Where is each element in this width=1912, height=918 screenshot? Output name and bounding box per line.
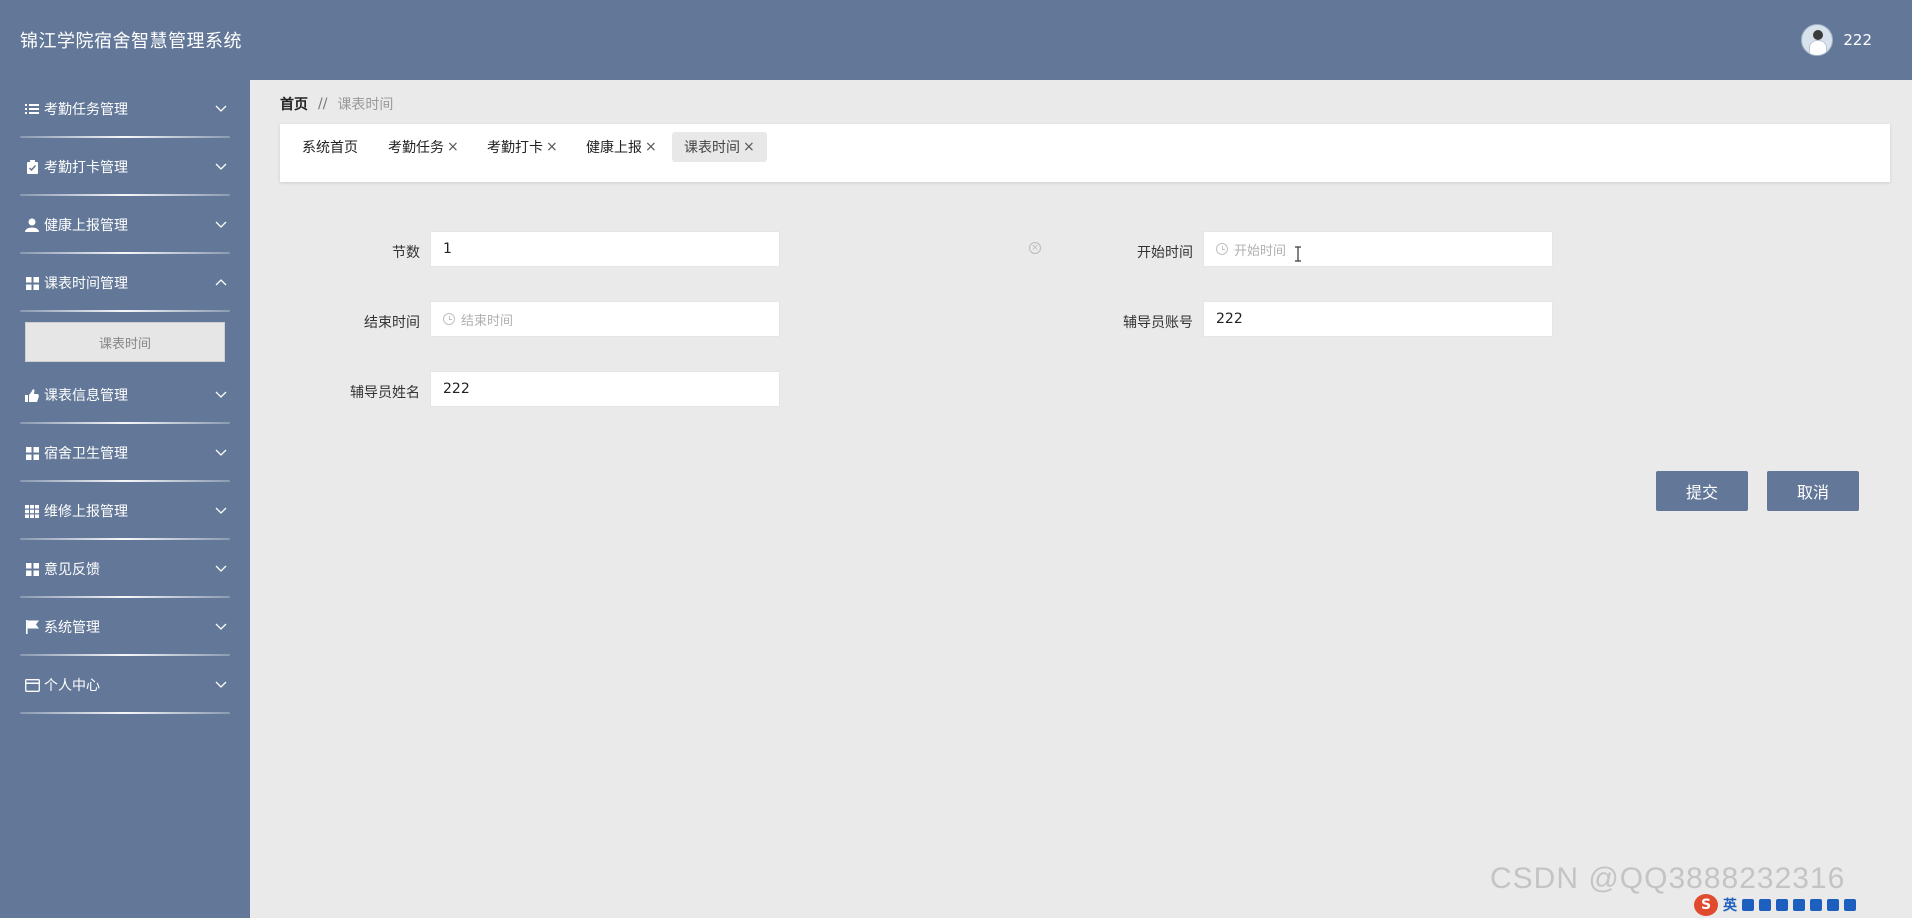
end-time-placeholder: 结束时间 (461, 313, 514, 329)
sidebar-item-label: 意见反馈 (44, 562, 100, 578)
sidebar-item-health-report[interactable]: 健康上报管理 (0, 196, 250, 254)
submit-button[interactable]: 提交 (1656, 471, 1748, 511)
tab-attendance-tasks[interactable]: 考勤任务 × (376, 132, 471, 162)
card-icon (24, 677, 40, 693)
section-number-label: 节数 (392, 245, 420, 261)
submenu-item-schedule-time[interactable]: 课表时间 (25, 322, 225, 362)
avatar[interactable] (1801, 24, 1834, 56)
sidebar-item-schedule-time[interactable]: 课表时间管理 (0, 254, 250, 312)
user-icon (24, 217, 40, 233)
sidebar-item-label: 考勤任务管理 (44, 102, 128, 118)
grid-icon (24, 275, 40, 291)
sidebar-item-label: 系统管理 (44, 620, 100, 636)
skin-icon[interactable] (1793, 899, 1805, 911)
hand-icon (24, 387, 40, 403)
game-icon[interactable] (1810, 899, 1822, 911)
username: 222 (1843, 31, 1872, 49)
chevron-down-icon (215, 221, 227, 228)
chevron-down-icon (215, 163, 227, 170)
sidebar-item-attendance-tasks[interactable]: 考勤任务管理 (0, 80, 250, 138)
chevron-down-icon (215, 449, 227, 456)
chevron-down-icon (215, 623, 227, 630)
close-icon[interactable]: × (447, 139, 459, 155)
chevron-down-icon (215, 105, 227, 112)
clipboard-icon (24, 159, 40, 175)
cancel-button[interactable]: 取消 (1767, 471, 1859, 511)
start-time-label: 开始时间 (1137, 245, 1193, 261)
top-header: 锦江学院宿舍智慧管理系统 222 (0, 0, 1912, 80)
punctuation-icon[interactable] (1742, 899, 1754, 911)
sidebar-item-personal-center[interactable]: 个人中心 (0, 656, 250, 714)
clear-icon[interactable]: × (1029, 242, 1041, 254)
sidebar-item-label: 维修上报管理 (44, 504, 128, 520)
tab-label: 考勤打卡 (487, 140, 543, 156)
sidebar-item-label: 考勤打卡管理 (44, 160, 128, 176)
chevron-up-icon (215, 279, 227, 286)
text-cursor-icon (1295, 246, 1301, 262)
sidebar-item-label: 课表时间管理 (44, 276, 128, 292)
tab-label: 课表时间 (684, 140, 740, 156)
grid-icon (24, 561, 40, 577)
ime-mode[interactable]: 英 (1723, 895, 1737, 915)
section-number-input[interactable]: 1 (430, 231, 780, 267)
close-icon[interactable]: × (546, 139, 558, 155)
close-icon[interactable]: × (743, 139, 755, 155)
sidebar-item-dorm-hygiene[interactable]: 宿舍卫生管理 (0, 424, 250, 482)
settings-icon[interactable] (1844, 899, 1856, 911)
sidebar-item-schedule-info[interactable]: 课表信息管理 (0, 366, 250, 424)
sidebar-item-system-management[interactable]: 系统管理 (0, 598, 250, 656)
breadcrumb-current: 课表时间 (337, 97, 394, 113)
sidebar-item-feedback[interactable]: 意见反馈 (0, 540, 250, 598)
chevron-down-icon (215, 681, 227, 688)
sidebar-item-repair-report[interactable]: 维修上报管理 (0, 482, 250, 540)
clock-icon (1216, 243, 1228, 255)
end-time-label: 结束时间 (364, 315, 420, 331)
counselor-account-input[interactable]: 222 (1203, 301, 1553, 337)
breadcrumb-home[interactable]: 首页 (280, 94, 308, 114)
keyboard-icon[interactable] (1776, 899, 1788, 911)
tab-attendance-checkin[interactable]: 考勤打卡 × (475, 132, 570, 162)
breadcrumb-separator: // (318, 96, 328, 112)
tab-label: 健康上报 (586, 140, 642, 156)
ime-toolbar[interactable]: S 英 (1694, 892, 1912, 918)
tabs-bar: 系统首页 考勤任务 × 考勤打卡 × 健康上报 × 课表时间 × (280, 124, 1890, 182)
sogou-logo-icon[interactable]: S (1694, 894, 1718, 916)
end-time-picker[interactable]: 结束时间 (430, 301, 780, 337)
tab-schedule-time[interactable]: 课表时间 × (672, 132, 767, 162)
sidebar-item-label: 个人中心 (44, 678, 100, 694)
clock-icon (443, 313, 455, 325)
microphone-icon[interactable] (1759, 899, 1771, 911)
table-icon (24, 503, 40, 519)
toolbox-icon[interactable] (1827, 899, 1839, 911)
chevron-down-icon (215, 565, 227, 572)
chevron-down-icon (215, 391, 227, 398)
user-menu[interactable]: 222 (1801, 24, 1872, 56)
grid-icon (24, 445, 40, 461)
counselor-name-input[interactable]: 222 (430, 371, 780, 407)
start-time-picker[interactable]: 开始时间 (1203, 231, 1553, 267)
close-icon[interactable]: × (645, 139, 657, 155)
sidebar-item-label: 宿舍卫生管理 (44, 446, 128, 462)
chevron-down-icon (215, 507, 227, 514)
tab-label: 系统首页 (302, 140, 358, 156)
sidebar-item-label: 健康上报管理 (44, 218, 128, 234)
tab-health-report[interactable]: 健康上报 × (574, 132, 669, 162)
sidebar-item-label: 课表信息管理 (44, 388, 128, 404)
tab-label: 考勤任务 (388, 140, 444, 156)
sidebar: 考勤任务管理 考勤打卡管理 健康上报管理 课表时间管理 课表时间 课表信息管理 (0, 80, 250, 918)
sidebar-item-attendance-checkin[interactable]: 考勤打卡管理 (0, 138, 250, 196)
counselor-name-label: 辅导员姓名 (350, 385, 420, 401)
breadcrumb: 首页 // 课表时间 (280, 94, 393, 114)
flag-icon (24, 619, 40, 635)
tab-home[interactable]: 系统首页 (290, 132, 370, 162)
start-time-placeholder: 开始时间 (1234, 243, 1287, 259)
watermark: CSDN @QQ3888232316 (1490, 862, 1846, 895)
app-title: 锦江学院宿舍智慧管理系统 (20, 31, 242, 52)
list-icon (24, 101, 40, 117)
counselor-account-label: 辅导员账号 (1123, 315, 1193, 331)
